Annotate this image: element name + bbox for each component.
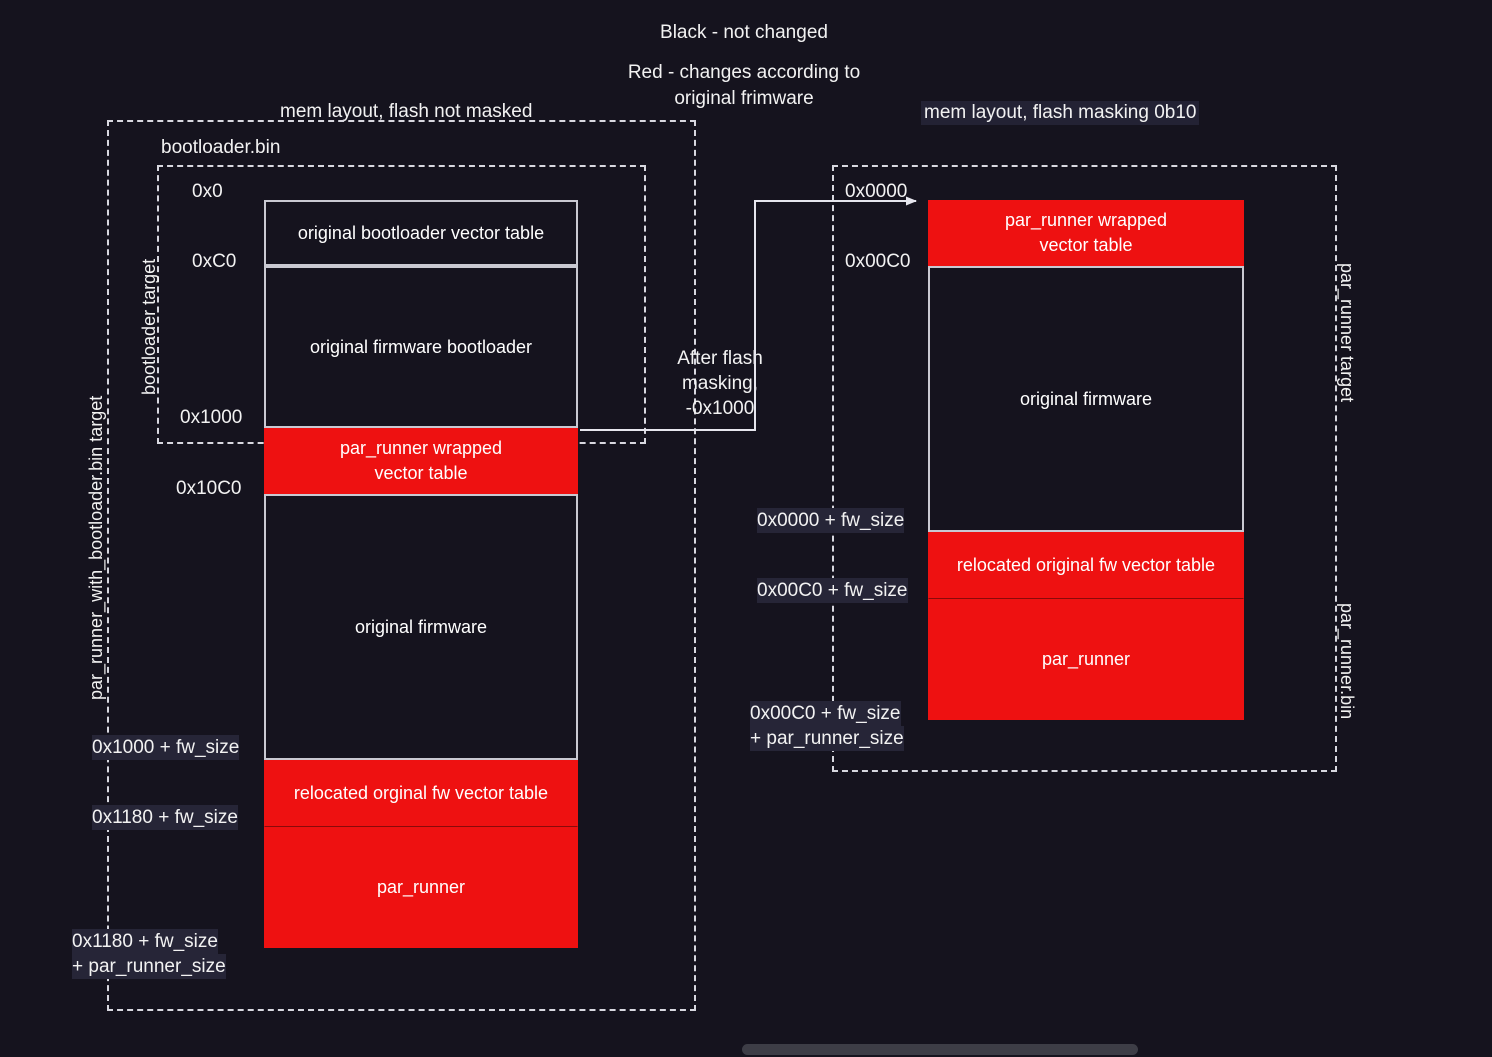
left-address-0x10C0: 0x10C0 [176, 478, 242, 499]
right-par-runner-bin-label: par_runner.bin [1337, 603, 1357, 720]
left-bootloader-target-label: bootloader target [139, 258, 159, 395]
left-address-0x1180-fwsize: 0x1180 + fw_size [92, 805, 238, 830]
left-address-0x0: 0x0 [192, 181, 223, 202]
left-address-0x1000-fwsize: 0x1000 + fw_size [92, 735, 240, 760]
horizontal-scrollbar-track[interactable] [0, 1041, 1492, 1057]
right-region-par-runner-wrapped-vector-table: par_runner wrapped vector table [928, 200, 1244, 266]
right-diagram-title: mem layout, flash masking 0b10 [921, 101, 1200, 125]
right-address-total-line1: 0x00C0 + fw_size [750, 701, 901, 726]
left-region-relocated-fw-vector-table: relocated orginal fw vector table [264, 760, 578, 826]
left-outer-container-label: par_runner_with_bootloader.bin target [86, 395, 106, 700]
left-address-total-line2: + par_runner_size [72, 954, 226, 979]
right-region-par-runner: par_runner [928, 598, 1244, 720]
left-region-original-firmware: original firmware [264, 494, 578, 760]
left-address-total-line1: 0x1180 + fw_size [72, 929, 218, 954]
left-region-par-runner-wrapped-vector-table: par_runner wrapped vector table [264, 428, 578, 494]
right-address-0x0000-fwsize: 0x0000 + fw_size [757, 508, 905, 533]
right-address-total-line2: + par_runner_size [750, 726, 904, 751]
left-address-0xC0: 0xC0 [192, 251, 237, 272]
right-par-runner-target-label: par_runner target [1337, 263, 1357, 403]
right-region-relocated-fw-vector-table: relocated original fw vector table [928, 532, 1244, 598]
left-bootloader-bin-label: bootloader.bin [161, 137, 281, 158]
left-region-bootloader-vector-table: original bootloader vector table [264, 200, 578, 266]
legend-black-line: Black - not changed [660, 22, 828, 43]
left-region-firmware-bootloader: original firmware bootloader [264, 266, 578, 428]
right-address-0x0000: 0x0000 [845, 181, 908, 202]
horizontal-scrollbar-thumb[interactable] [742, 1044, 1138, 1055]
legend-red-line-2: original frimware [674, 88, 814, 109]
left-region-par-runner: par_runner [264, 826, 578, 948]
left-address-0x1000: 0x1000 [180, 407, 243, 428]
flash-masking-annotation: After flash masking, -0x1000 [677, 348, 763, 419]
right-address-0x00C0: 0x00C0 [845, 251, 911, 272]
right-region-original-firmware: original firmware [928, 266, 1244, 532]
diagram-canvas: Black - not changed Red - changes accord… [0, 0, 1492, 1057]
right-address-0x00C0-fwsize: 0x00C0 + fw_size [757, 578, 908, 603]
legend-red-line-1: Red - changes according to [627, 62, 861, 83]
